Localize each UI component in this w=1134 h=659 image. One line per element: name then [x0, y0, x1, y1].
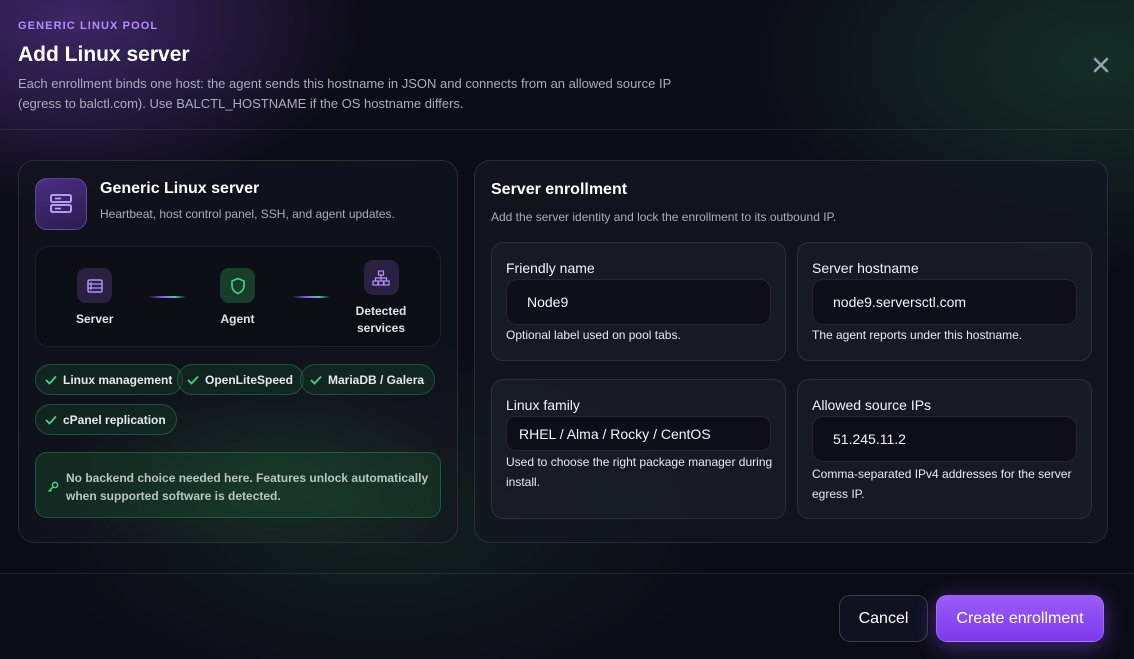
check-icon	[310, 375, 322, 385]
server-icon-box	[35, 178, 87, 230]
enrollment-title: Server enrollment	[491, 181, 628, 198]
agent-flow-diagram: Server Agent Detected services	[35, 246, 441, 347]
flow-connector	[292, 296, 330, 298]
feature-chip: OpenLiteSpeed	[177, 364, 305, 395]
flow-node-agent: Agent	[220, 268, 255, 328]
hostname-group: Server hostname The agent reports under …	[797, 242, 1092, 361]
feature-chip-label: Linux management	[63, 372, 173, 387]
flow-label-server: Server	[76, 312, 114, 326]
friendly-name-label: Friendly name	[506, 260, 595, 276]
dialog-subtitle: Each enrollment binds one host: the agen…	[18, 76, 672, 111]
feature-chip: cPanel replication	[35, 404, 177, 435]
friendly-name-help: Optional label used on pool tabs.	[506, 328, 681, 342]
auto-detect-notice: No backend choice needed here. Features …	[35, 452, 441, 518]
hostname-label: Server hostname	[812, 260, 919, 276]
feature-chip: MariaDB / Galera	[300, 364, 436, 395]
cancel-button[interactable]: Cancel	[839, 595, 928, 642]
pool-eyebrow: GENERIC LINUX POOL	[18, 20, 159, 32]
check-icon	[45, 415, 57, 425]
notice-text: No backend choice needed here. Features …	[66, 471, 429, 503]
close-icon	[1093, 57, 1109, 73]
flow-connector	[148, 296, 186, 298]
dialog-title: Add Linux server	[18, 43, 190, 66]
feature-chip-label: cPanel replication	[63, 412, 166, 427]
check-icon	[187, 375, 199, 385]
linux-family-label: Linux family	[506, 397, 580, 413]
dialog-footer: Cancel Create enrollment	[0, 573, 1134, 659]
allowed-ips-label: Allowed source IPs	[812, 397, 932, 413]
hostname-help: The agent reports under this hostname.	[812, 328, 1023, 342]
friendly-name-input[interactable]	[506, 279, 771, 325]
server-type-card: Generic Linux server Heartbeat, host con…	[18, 160, 458, 543]
friendly-name-group: Friendly name Optional label used on poo…	[491, 242, 786, 361]
server-card-subtitle: Heartbeat, host control panel, SSH, and …	[100, 207, 395, 221]
key-icon	[47, 480, 59, 498]
linux-family-group: Linux family RHEL / Alma / Rocky / CentO…	[491, 379, 786, 519]
allowed-ips-help: Comma-separated IPv4 addresses for the s…	[812, 467, 1072, 501]
flow-node-detected-services: Detected services	[346, 260, 416, 337]
close-button[interactable]	[1088, 52, 1114, 78]
check-icon	[45, 375, 57, 385]
create-enrollment-button[interactable]: Create enrollment	[936, 595, 1104, 642]
allowed-ips-group: Allowed source IPs Comma-separated IPv4 …	[797, 379, 1092, 519]
feature-chip-label: OpenLiteSpeed	[205, 372, 294, 387]
server-icon	[50, 194, 72, 213]
linux-family-select[interactable]: RHEL / Alma / Rocky / CentOS	[506, 416, 771, 451]
enrollment-subtitle: Add the server identity and lock the enr…	[491, 210, 837, 224]
feature-chip: Linux management	[35, 364, 184, 395]
feature-chip-label: MariaDB / Galera	[328, 372, 425, 387]
hostname-input[interactable]	[812, 279, 1077, 325]
server-enrollment-card: Server enrollment Add the server identit…	[474, 160, 1108, 543]
flow-label-detected-services: Detected services	[355, 304, 407, 335]
shield-icon	[220, 268, 255, 303]
flow-node-server: Server	[76, 268, 113, 328]
server-card-title: Generic Linux server	[100, 180, 260, 197]
linux-family-help: Used to choose the right package manager…	[506, 455, 773, 489]
network-icon	[363, 260, 399, 295]
server-icon	[77, 268, 113, 303]
flow-label-agent: Agent	[220, 312, 255, 326]
allowed-ips-input[interactable]	[812, 416, 1077, 462]
dialog-header: GENERIC LINUX POOL Add Linux server Each…	[0, 0, 1134, 130]
